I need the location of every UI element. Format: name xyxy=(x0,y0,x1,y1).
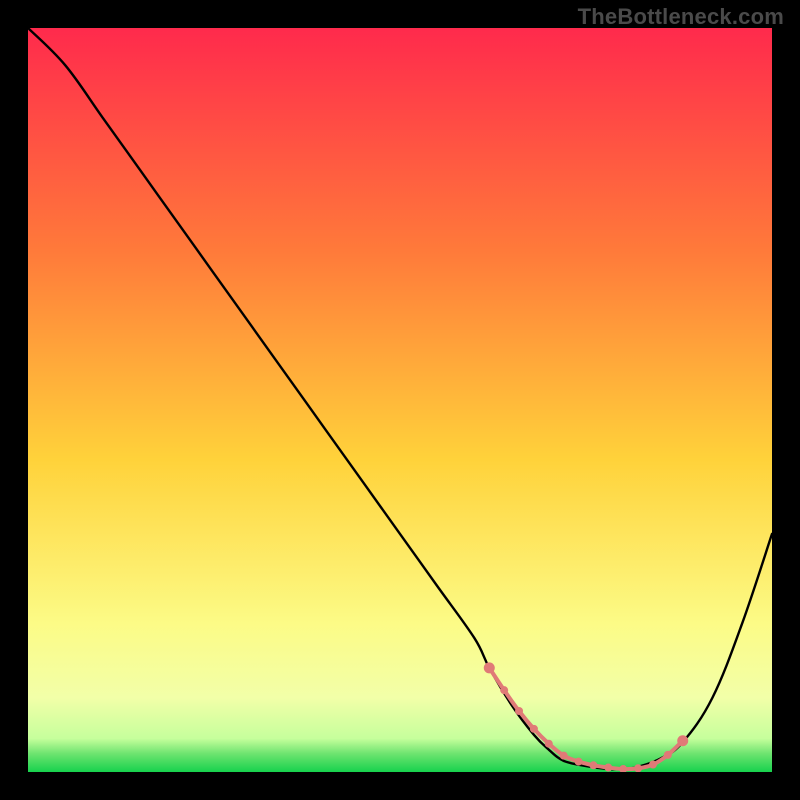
optimal-zone-marker xyxy=(560,752,568,760)
optimal-zone-marker xyxy=(515,707,523,715)
optimal-zone-marker xyxy=(604,764,612,772)
optimal-zone-marker xyxy=(634,764,642,772)
bottleneck-chart xyxy=(28,28,772,772)
optimal-zone-marker xyxy=(589,761,597,769)
gradient-background xyxy=(28,28,772,772)
optimal-zone-marker xyxy=(500,686,508,694)
optimal-zone-marker xyxy=(575,758,583,766)
watermark-text: TheBottleneck.com xyxy=(578,4,784,30)
optimal-zone-marker xyxy=(649,761,657,769)
optimal-zone-marker xyxy=(545,740,553,748)
optimal-zone-marker xyxy=(530,725,538,733)
chart-frame: TheBottleneck.com xyxy=(0,0,800,800)
optimal-zone-marker xyxy=(677,735,688,746)
plot-area xyxy=(28,28,772,772)
optimal-zone-marker xyxy=(484,662,495,673)
optimal-zone-marker xyxy=(664,751,672,759)
